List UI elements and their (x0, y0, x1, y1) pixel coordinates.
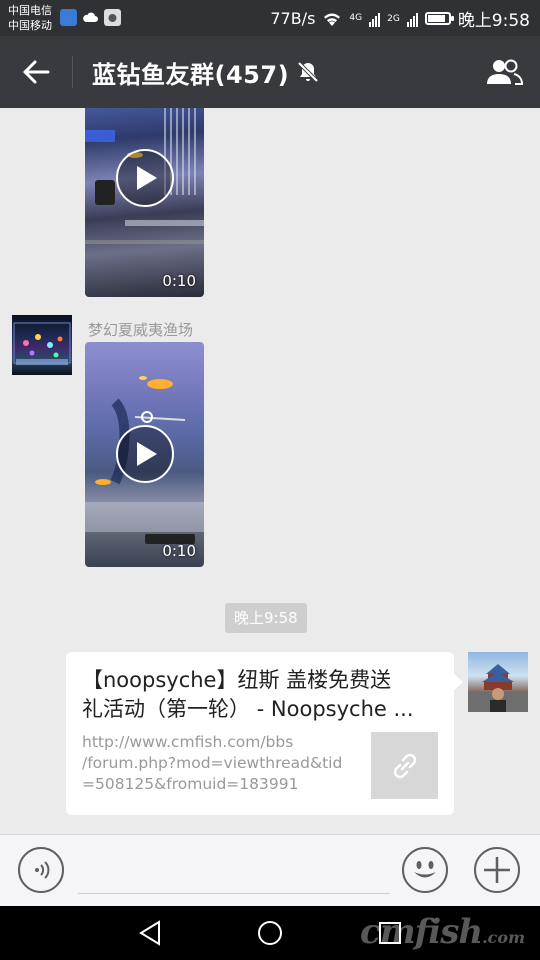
app-notification-icon (60, 9, 77, 26)
group-members-button[interactable] (482, 54, 526, 90)
network-type-1: 4G (349, 13, 363, 23)
wifi-icon (322, 11, 342, 27)
avatar-image (13, 322, 71, 365)
input-bar (0, 834, 540, 906)
link-title-line: 礼活动（第一轮） - Noopsyche ... (82, 697, 414, 721)
link-url-line: /forum.php?mod=viewthread&tid (82, 754, 343, 772)
voice-input-icon (35, 861, 50, 879)
chat-header: 蓝钻鱼友群(457) (0, 36, 540, 108)
link-thumbnail (371, 732, 438, 799)
message-list[interactable]: 0:10 梦幻夏威夷渔场 0:10 晚上9:58 【noopsyche】纽斯 盖… (0, 108, 540, 834)
nav-home-icon (258, 921, 282, 945)
title-divider (72, 56, 73, 88)
sender-name: 梦幻夏威夷渔场 (88, 321, 194, 339)
link-title: 【noopsyche】纽斯 盖楼免费送 礼活动（第一轮） - Noopsyche… (82, 666, 442, 724)
link-title-line: 【noopsyche】纽斯 盖楼免费送 (82, 668, 392, 692)
nav-home-button[interactable] (255, 918, 285, 948)
group-members-icon (487, 59, 524, 85)
video-message[interactable]: 0:10 (85, 108, 204, 297)
bell-off-icon (296, 60, 320, 88)
play-button[interactable] (115, 425, 174, 483)
message-input[interactable] (78, 851, 390, 894)
timestamp-badge: 晚上9:58 (225, 603, 307, 633)
cloud-icon (82, 9, 99, 26)
carrier-names: 中国电信 中国移动 (8, 3, 52, 33)
chat-title: 蓝钻鱼友群(457) (92, 61, 290, 89)
network-speed: 77B/s (270, 9, 316, 28)
watermark: cmfish.com (360, 912, 526, 952)
nav-back-icon (139, 920, 160, 946)
carrier-1: 中国电信 (8, 4, 52, 17)
play-button[interactable] (115, 149, 174, 207)
signal-icon (369, 11, 381, 27)
emoji-icon (414, 861, 436, 878)
status-right: 77B/s 4G 2G 晚上9:58 (270, 6, 530, 31)
arrow-left-icon (23, 60, 50, 84)
video-message[interactable]: 0:10 (85, 342, 204, 567)
notification-icons (60, 9, 121, 26)
back-button[interactable] (14, 54, 58, 90)
link-url-line: =508125&fromuid=183991 (82, 775, 299, 793)
avatar[interactable] (468, 652, 528, 712)
video-duration: 0:10 (162, 272, 196, 290)
carrier-2: 中国移动 (8, 19, 52, 32)
avatar[interactable] (12, 315, 72, 375)
network-type-2: 2G (387, 13, 400, 24)
link-url-line: http://www.cmfish.com/bbs (82, 733, 294, 751)
avatar-image (468, 664, 528, 712)
emoji-button[interactable] (402, 847, 448, 893)
link-url: http://www.cmfish.com/bbs /forum.php?mod… (82, 732, 358, 795)
battery-icon (424, 12, 454, 25)
video-duration: 0:10 (162, 542, 196, 560)
nav-back-button[interactable] (135, 918, 165, 948)
voice-input-button[interactable] (18, 847, 64, 893)
plus-icon (484, 857, 510, 883)
status-time: 晚上9:58 (457, 11, 530, 31)
more-button[interactable] (474, 847, 520, 893)
link-icon (393, 753, 416, 778)
status-bar: 中国电信 中国移动 77B/s 4G 2G 晚上9:58 (0, 0, 540, 36)
link-message[interactable]: 【noopsyche】纽斯 盖楼免费送 礼活动（第一轮） - Noopsyche… (66, 652, 463, 815)
app-notification-icon (104, 9, 121, 26)
signal-icon (406, 11, 418, 27)
